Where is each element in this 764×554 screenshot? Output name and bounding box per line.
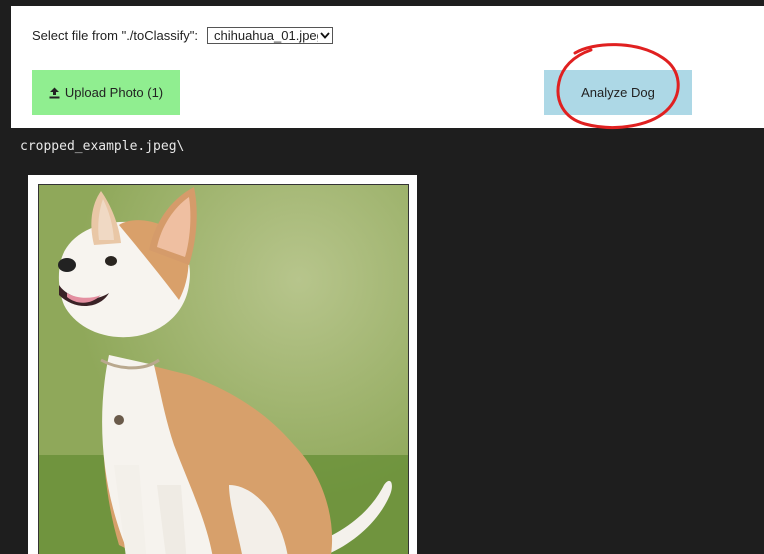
dog-photo bbox=[38, 184, 409, 554]
upload-icon bbox=[49, 87, 60, 99]
chevron-down-icon bbox=[318, 31, 332, 39]
upload-photo-label: Upload Photo (1) bbox=[64, 85, 164, 100]
cell-output-text: cropped_example.jpeg\ bbox=[20, 139, 185, 154]
file-select-row: Select file from "./toClassify": chihuah… bbox=[32, 25, 333, 45]
file-select-dropdown[interactable]: chihuahua_01.jpeg bbox=[207, 26, 333, 44]
analyze-dog-button[interactable]: Analyze Dog bbox=[544, 70, 692, 115]
notebook-page: Select file from "./toClassify": chihuah… bbox=[0, 0, 764, 554]
image-frame bbox=[28, 175, 417, 554]
upload-photo-button[interactable]: Upload Photo (1) bbox=[32, 70, 180, 115]
analyze-dog-label: Analyze Dog bbox=[581, 85, 655, 100]
file-select-value: chihuahua_01.jpeg bbox=[214, 27, 318, 43]
widget-panel: Select file from "./toClassify": chihuah… bbox=[11, 6, 764, 128]
file-select-label: Select file from "./toClassify": bbox=[32, 27, 198, 43]
